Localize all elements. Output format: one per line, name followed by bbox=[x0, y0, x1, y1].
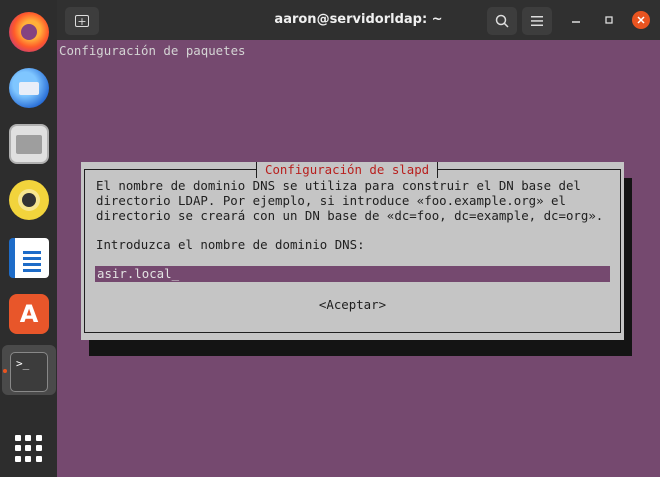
menu-button[interactable] bbox=[522, 7, 552, 35]
firefox-icon[interactable] bbox=[9, 12, 49, 52]
dns-domain-input[interactable]: asir.local_ bbox=[95, 266, 610, 282]
thunderbird-icon[interactable] bbox=[9, 68, 49, 108]
software-center-icon[interactable]: A bbox=[9, 294, 49, 334]
package-config-header: Configuración de paquetes bbox=[59, 43, 246, 58]
terminal-window: + aaron@servidorldap: ~ Configuración de… bbox=[57, 0, 660, 477]
show-applications-icon[interactable] bbox=[15, 435, 43, 463]
close-button[interactable] bbox=[632, 11, 650, 29]
dialog-text-line: directorio LDAP. Por ejemplo, si introdu… bbox=[96, 193, 566, 208]
rhythmbox-icon[interactable] bbox=[9, 180, 49, 220]
hamburger-icon bbox=[531, 16, 543, 26]
terminal-icon[interactable]: >_ bbox=[10, 352, 48, 392]
dock: A >_ bbox=[0, 0, 58, 477]
dialog-title: Configuración de slapd bbox=[256, 162, 439, 178]
search-icon bbox=[495, 14, 509, 28]
files-icon[interactable] bbox=[9, 124, 49, 164]
maximize-icon bbox=[605, 16, 613, 24]
titlebar[interactable]: + aaron@servidorldap: ~ bbox=[57, 0, 660, 40]
dialog-text-line: El nombre de dominio DNS se utiliza para… bbox=[96, 178, 581, 193]
slapd-config-dialog: Configuración de slapd El nombre de domi… bbox=[81, 162, 624, 340]
dns-prompt-label: Introduzca el nombre de dominio DNS: bbox=[96, 237, 365, 252]
terminal-content[interactable]: Configuración de paquetes Configuración … bbox=[57, 40, 660, 477]
running-indicator bbox=[3, 369, 7, 373]
dialog-text-line: directorio se creará con un DN base de «… bbox=[96, 208, 604, 223]
maximize-button[interactable] bbox=[600, 11, 618, 29]
minimize-icon bbox=[572, 21, 580, 23]
close-icon bbox=[637, 16, 645, 24]
accept-button[interactable]: <Aceptar> bbox=[81, 297, 624, 312]
search-button[interactable] bbox=[487, 7, 517, 35]
minimize-button[interactable] bbox=[567, 11, 585, 29]
libreoffice-writer-icon[interactable] bbox=[9, 238, 49, 278]
